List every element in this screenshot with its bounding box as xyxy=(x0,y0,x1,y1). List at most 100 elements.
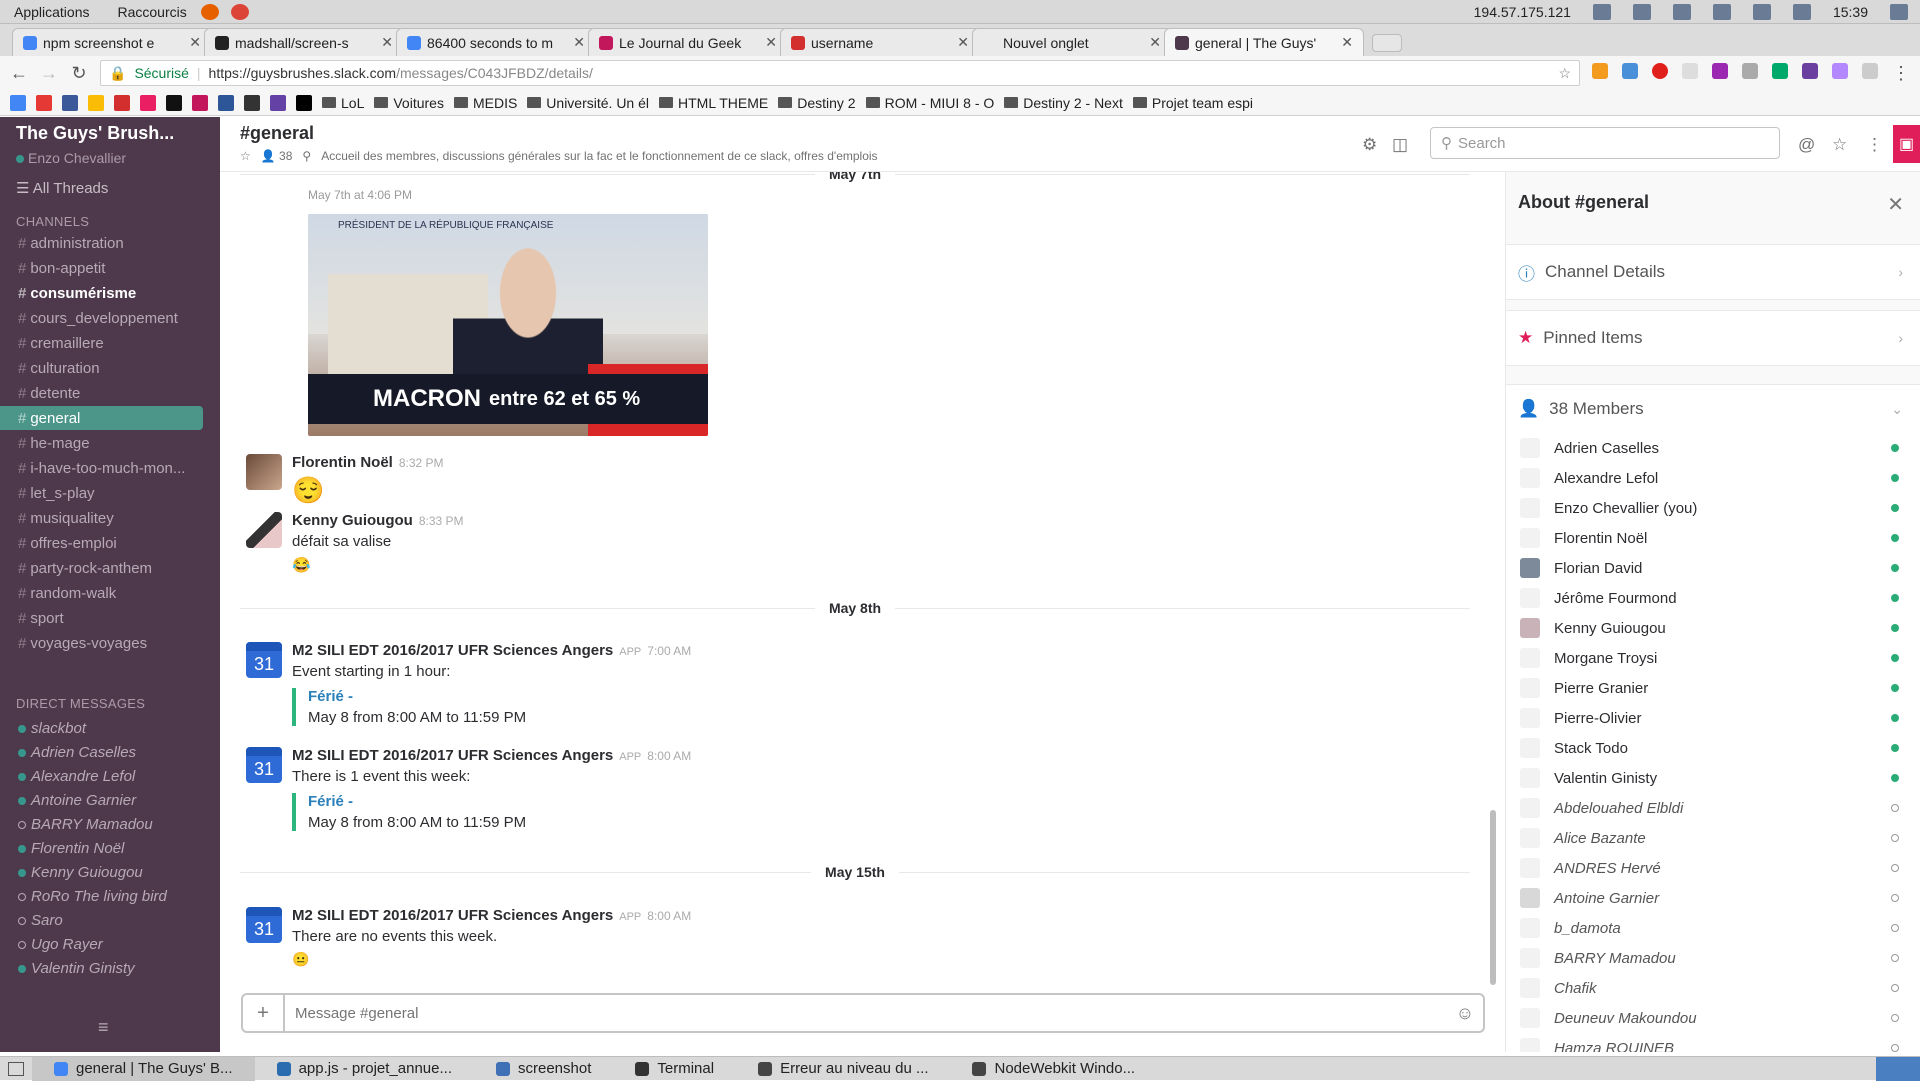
channel-item[interactable]: # detente xyxy=(0,381,203,405)
browser-menu-icon[interactable]: ⋮ xyxy=(1892,63,1910,84)
shared-image[interactable]: PRÉSIDENT DE LA RÉPUBLIQUE FRANÇAISE MAC… xyxy=(308,214,708,436)
member-item[interactable]: Adrien Caselles xyxy=(1506,433,1920,463)
bookmark-item[interactable]: Destiny 2 xyxy=(778,95,856,111)
bookmark-app-icon[interactable] xyxy=(244,94,260,111)
message-author[interactable]: Florentin Noël xyxy=(292,454,393,471)
bookmark-app-icon[interactable] xyxy=(218,94,234,111)
dm-item[interactable]: Saro xyxy=(18,912,63,929)
browser-tab[interactable]: 86400 seconds to m ✕ xyxy=(396,28,596,56)
message-author[interactable]: M2 SILI EDT 2016/2017 UFR Sciences Anger… xyxy=(292,642,613,659)
battery-icon[interactable] xyxy=(1752,3,1771,20)
member-item[interactable]: Valentin Ginisty xyxy=(1506,763,1920,793)
dm-item[interactable]: RoRo The living bird xyxy=(18,888,167,905)
app-tray-icon[interactable] xyxy=(1632,3,1651,20)
message-author[interactable]: Kenny Guiougou xyxy=(292,512,413,529)
reaction[interactable]: 😂 xyxy=(292,556,1192,574)
close-tab-icon[interactable]: ✕ xyxy=(1149,34,1161,51)
members-header[interactable]: 👤 38 Members xyxy=(1518,399,1644,419)
channel-item[interactable]: # random-walk xyxy=(0,581,203,605)
browser-tab[interactable]: madshall/screen-s ✕ xyxy=(204,28,404,56)
extension-icon[interactable] xyxy=(1712,62,1728,79)
taskbar-item[interactable]: Erreur au niveau du ... xyxy=(736,1057,950,1081)
message-timestamp[interactable]: 8:00 AM xyxy=(647,749,691,763)
taskbar-item[interactable]: Terminal xyxy=(613,1057,736,1081)
message-timestamp[interactable]: 7:00 AM xyxy=(647,644,691,658)
avatar[interactable] xyxy=(246,454,282,490)
bookmark-app-icon[interactable] xyxy=(10,94,26,111)
sidebar-filter-icon[interactable]: ≡ xyxy=(98,1017,109,1038)
user-menu-icon[interactable] xyxy=(1890,3,1908,20)
back-icon[interactable]: ← xyxy=(10,63,28,84)
browser-tab[interactable]: general | The Guys' ✕ xyxy=(1164,28,1364,56)
volume-icon[interactable] xyxy=(1792,3,1811,20)
all-threads-link[interactable]: ☰ All Threads xyxy=(16,179,108,197)
chrome-icon[interactable] xyxy=(230,3,249,20)
dm-item[interactable]: BARRY Mamadou xyxy=(18,816,153,833)
bookmark-star-icon[interactable]: ☆ xyxy=(1558,65,1571,82)
channel-item[interactable]: # musiqualitey xyxy=(0,506,203,530)
details-panel-icon[interactable]: ◫ xyxy=(1392,135,1408,155)
channel-item[interactable]: # sport xyxy=(0,606,203,630)
extension-icon[interactable] xyxy=(1622,62,1638,79)
channel-item[interactable]: # culturation xyxy=(0,356,203,380)
dm-item[interactable]: Kenny Guiougou xyxy=(18,864,143,881)
channel-title[interactable]: #general xyxy=(240,123,314,144)
message-timestamp[interactable]: 8:32 PM xyxy=(399,456,444,470)
mentions-icon[interactable]: @ xyxy=(1798,135,1815,155)
bookmark-item[interactable]: Université. Un él xyxy=(527,95,649,111)
taskbar-item[interactable]: screenshot xyxy=(474,1057,613,1081)
member-item[interactable]: Jérôme Fourmond xyxy=(1506,583,1920,613)
bookmark-item[interactable]: Voitures xyxy=(374,95,444,111)
channel-item[interactable]: # cremaillere xyxy=(0,331,203,355)
bookmark-app-icon[interactable] xyxy=(114,94,130,111)
taskbar-item[interactable]: general | The Guys' B... xyxy=(32,1056,255,1081)
channel-details-section[interactable]: ⓘ Channel Details › xyxy=(1506,244,1920,300)
new-tab-button[interactable] xyxy=(1372,34,1402,52)
reaction[interactable]: 😐 xyxy=(292,951,1192,968)
star-icon[interactable]: ☆ xyxy=(240,149,251,163)
member-item[interactable]: Antoine Garnier xyxy=(1506,883,1920,913)
bookmark-app-icon[interactable] xyxy=(296,94,312,111)
bookmark-app-icon[interactable] xyxy=(36,94,52,111)
bookmark-app-icon[interactable] xyxy=(270,94,286,111)
close-tab-icon[interactable]: ✕ xyxy=(1341,34,1353,51)
member-item[interactable]: b_damota xyxy=(1506,913,1920,943)
member-item[interactable]: Florentin Noël xyxy=(1506,523,1920,553)
scrollbar[interactable] xyxy=(1490,810,1496,985)
member-item[interactable]: Enzo Chevallier (you) xyxy=(1506,493,1920,523)
bookmark-app-icon[interactable] xyxy=(140,94,156,111)
bluetooth-icon[interactable] xyxy=(1672,3,1691,20)
calendar-icon[interactable]: 31 xyxy=(246,642,282,678)
member-item[interactable]: Alexandre Lefol xyxy=(1506,463,1920,493)
pinned-items-section[interactable]: ★ Pinned Items › xyxy=(1506,310,1920,366)
browser-tab[interactable]: username ✕ xyxy=(780,28,980,56)
dm-item[interactable]: Adrien Caselles xyxy=(18,744,136,761)
member-count[interactable]: 👤 38 xyxy=(261,149,293,163)
extension-icon[interactable] xyxy=(1682,62,1698,79)
browser-tab[interactable]: Nouvel onglet ✕ xyxy=(972,28,1172,56)
message-input[interactable] xyxy=(285,998,1447,1028)
firefox-icon[interactable] xyxy=(200,3,219,20)
channel-item[interactable]: # let_s-play xyxy=(0,481,203,505)
member-item[interactable]: Florian David xyxy=(1506,553,1920,583)
chevron-down-icon[interactable]: ⌄ xyxy=(1891,401,1903,418)
bookmark-item[interactable]: Destiny 2 - Next xyxy=(1004,95,1123,111)
event-link[interactable]: Férié - xyxy=(308,793,1192,810)
extension-icon[interactable] xyxy=(1592,62,1608,79)
avatar[interactable] xyxy=(246,512,282,548)
channels-header[interactable]: CHANNELS xyxy=(16,214,89,229)
bookmark-app-icon[interactable] xyxy=(166,94,182,111)
bookmark-app-icon[interactable] xyxy=(88,94,104,111)
forward-icon[interactable]: → xyxy=(40,63,58,84)
extension-icon[interactable] xyxy=(1772,62,1788,79)
event-link[interactable]: Férié - xyxy=(308,688,1192,705)
dm-item[interactable]: Alexandre Lefol xyxy=(18,768,135,785)
member-item[interactable]: BARRY Mamadou xyxy=(1506,943,1920,973)
message-timestamp[interactable]: 8:33 PM xyxy=(419,514,464,528)
dm-item[interactable]: Antoine Garnier xyxy=(18,792,136,809)
reload-icon[interactable]: ↻ xyxy=(70,63,88,84)
dm-item[interactable]: Ugo Rayer xyxy=(18,936,103,953)
message-timestamp[interactable]: 8:00 AM xyxy=(647,909,691,923)
bookmark-item[interactable]: HTML THEME xyxy=(659,95,768,111)
extension-icon[interactable] xyxy=(1862,62,1878,79)
